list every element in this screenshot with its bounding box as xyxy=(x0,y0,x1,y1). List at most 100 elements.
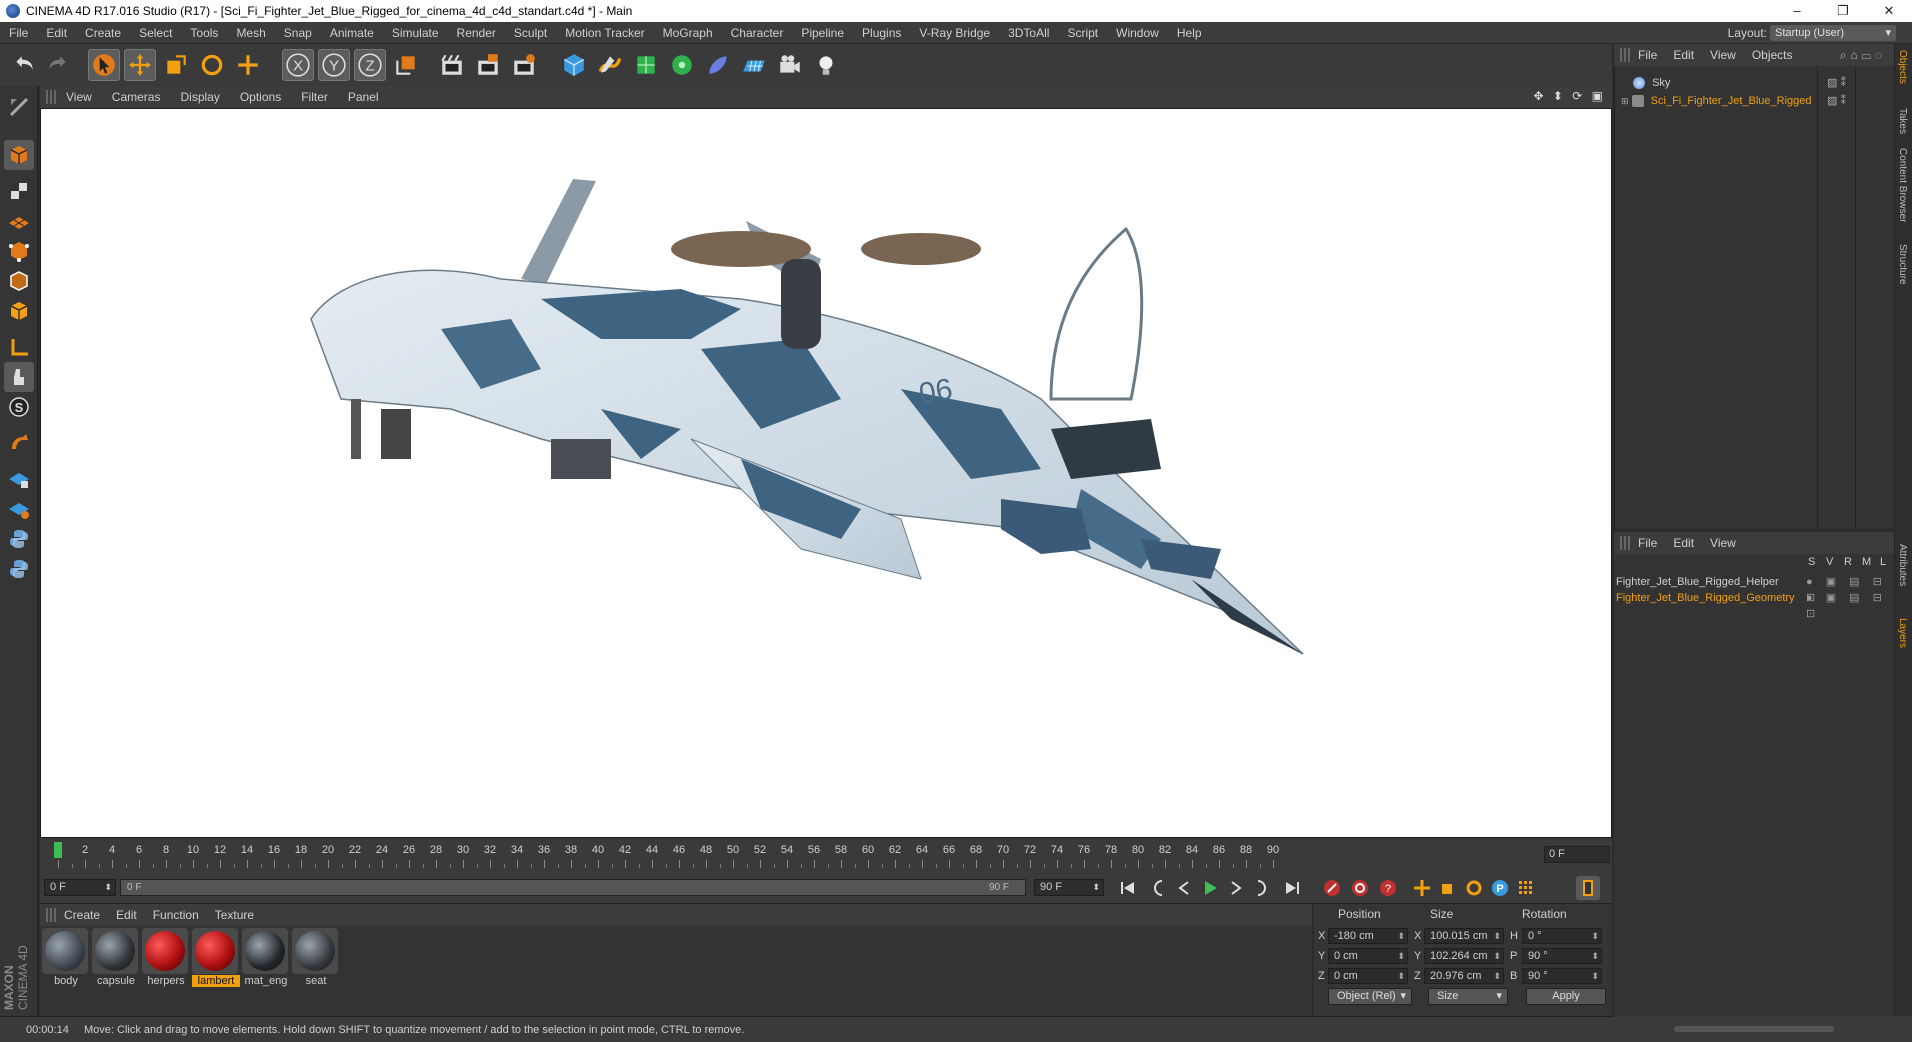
layer-menu-view[interactable]: View xyxy=(1702,536,1744,550)
select-arrow-icon[interactable] xyxy=(88,49,120,81)
menu-sculpt[interactable]: Sculpt xyxy=(505,22,556,44)
subdivision-icon[interactable] xyxy=(630,49,662,81)
menu-simulate[interactable]: Simulate xyxy=(383,22,448,44)
floor-icon[interactable] xyxy=(738,49,770,81)
layer-menu-edit[interactable]: Edit xyxy=(1665,536,1702,550)
panel-grip-icon[interactable] xyxy=(1620,48,1630,62)
menu-file[interactable]: File xyxy=(0,22,37,44)
redo-icon[interactable] xyxy=(42,49,74,81)
viewport-menu-view[interactable]: View xyxy=(56,90,102,104)
position-x-field[interactable]: -180 cm xyxy=(1328,928,1408,944)
preview-range-slider[interactable]: 0 F 90 F xyxy=(120,879,1026,896)
timeline-window-icon[interactable] xyxy=(1576,876,1600,900)
move-icon[interactable] xyxy=(124,49,156,81)
current-frame-field[interactable]: 0 F xyxy=(1544,846,1610,863)
layout-select[interactable]: Startup (User) xyxy=(1770,25,1896,41)
key-scale-icon[interactable] xyxy=(1436,876,1460,900)
rotation-b-field[interactable]: 90 ° xyxy=(1522,968,1602,984)
viewport-menu-display[interactable]: Display xyxy=(170,90,229,104)
position-z-field[interactable]: 0 cm xyxy=(1328,968,1408,984)
python-script-icon[interactable] xyxy=(4,524,34,554)
end-frame-field[interactable]: 90 F ⬍ xyxy=(1034,879,1104,896)
planar-workplane-icon[interactable] xyxy=(4,494,34,524)
viewport-menu-cameras[interactable]: Cameras xyxy=(102,90,171,104)
menu-tools[interactable]: Tools xyxy=(181,22,227,44)
restore-button[interactable]: ❐ xyxy=(1820,0,1866,22)
menu-pipeline[interactable]: Pipeline xyxy=(792,22,853,44)
menu-plugins[interactable]: Plugins xyxy=(853,22,910,44)
deformer-icon[interactable] xyxy=(702,49,734,81)
keyframe-selection-icon[interactable]: ? xyxy=(1376,876,1400,900)
object-manager-tool-icons[interactable]: ⌕⌂▭◌ xyxy=(1840,48,1886,63)
viewport-nav-icons[interactable]: ✥ ⬍ ⟳ ▣ xyxy=(1533,89,1606,103)
panel-grip-icon[interactable] xyxy=(46,908,56,922)
key-rotation-icon[interactable] xyxy=(1462,876,1486,900)
object-menu-objects[interactable]: Objects xyxy=(1744,48,1801,62)
object-row-fighter-jet[interactable]: ⊞ Sci_Fi_Fighter_Jet_Blue_Rigged ▨ ⁑ xyxy=(1621,92,1889,110)
start-frame-field[interactable]: 0 F ⬍ xyxy=(44,879,116,896)
tab-layers[interactable]: Layers xyxy=(1897,618,1908,648)
layer-row-helper[interactable]: Fighter_Jet_Blue_Rigged_Helper ● ▣ ▤ ⊟ ⊡ xyxy=(1614,574,1894,604)
expand-icon[interactable]: ⊞ xyxy=(1621,96,1629,106)
menu-3dtoall[interactable]: 3DToAll xyxy=(999,22,1058,44)
workplane-icon[interactable] xyxy=(4,206,34,236)
object-flags[interactable]: ▨ ⁑ xyxy=(1827,92,1846,110)
menu-animate[interactable]: Animate xyxy=(321,22,383,44)
size-y-field[interactable]: 102.264 cm xyxy=(1424,948,1504,964)
object-menu-edit[interactable]: Edit xyxy=(1665,48,1702,62)
lock-workplane-icon[interactable] xyxy=(4,464,34,494)
cube-icon[interactable] xyxy=(558,49,590,81)
next-key-icon[interactable] xyxy=(1250,876,1274,900)
solo-icon[interactable]: S xyxy=(4,392,34,422)
render-settings-icon[interactable] xyxy=(508,49,540,81)
menu-help[interactable]: Help xyxy=(1168,22,1211,44)
pen-spline-icon[interactable] xyxy=(594,49,626,81)
scrollbar-thumb[interactable] xyxy=(1674,1026,1834,1032)
live-select-icon[interactable] xyxy=(232,49,264,81)
z-axis-icon[interactable]: Z xyxy=(354,49,386,81)
size-x-field[interactable]: 100.015 cm xyxy=(1424,928,1504,944)
menu-window[interactable]: Window xyxy=(1107,22,1168,44)
rotation-p-field[interactable]: 90 ° xyxy=(1522,948,1602,964)
axis-mode-icon[interactable] xyxy=(4,332,34,362)
next-frame-icon[interactable] xyxy=(1224,876,1248,900)
rotate-icon[interactable] xyxy=(196,49,228,81)
tab-objects[interactable]: Objects xyxy=(1897,50,1908,84)
render-view-icon[interactable] xyxy=(436,49,468,81)
light-icon[interactable] xyxy=(810,49,842,81)
menu-mograph[interactable]: MoGraph xyxy=(654,22,722,44)
tab-content-browser[interactable]: Content Browser xyxy=(1897,148,1908,222)
object-row-sky[interactable]: Sky ▨ ⁑ xyxy=(1621,74,1889,92)
material-menu-texture[interactable]: Texture xyxy=(207,908,262,922)
make-editable-icon[interactable] xyxy=(4,92,34,122)
python-script-2-icon[interactable] xyxy=(4,554,34,584)
object-menu-view[interactable]: View xyxy=(1702,48,1744,62)
menu-character[interactable]: Character xyxy=(722,22,793,44)
frame-ruler[interactable]: 0246810121416182022242628303234363840424… xyxy=(50,838,1538,872)
rotation-h-field[interactable]: 0 ° xyxy=(1522,928,1602,944)
object-menu-file[interactable]: File xyxy=(1630,48,1665,62)
material-menu-edit[interactable]: Edit xyxy=(108,908,145,922)
scale-icon[interactable] xyxy=(160,49,192,81)
menu-create[interactable]: Create xyxy=(76,22,130,44)
material-herpers[interactable]: herpers xyxy=(142,928,190,988)
menu-render[interactable]: Render xyxy=(448,22,505,44)
material-seat[interactable]: seat xyxy=(292,928,340,988)
playhead-marker[interactable] xyxy=(54,842,62,858)
menu-select[interactable]: Select xyxy=(130,22,181,44)
layer-row-geometry[interactable]: Fighter_Jet_Blue_Rigged_Geometry ● ▣ ▤ ⊟… xyxy=(1614,590,1894,620)
menu-motion-tracker[interactable]: Motion Tracker xyxy=(556,22,653,44)
viewport-menu-panel[interactable]: Panel xyxy=(338,90,389,104)
key-point-level-icon[interactable] xyxy=(1514,876,1538,900)
snap-magnet-icon[interactable] xyxy=(4,428,34,458)
size-mode-dropdown[interactable]: Size xyxy=(1428,988,1508,1005)
camera-icon[interactable] xyxy=(774,49,806,81)
coordinate-mode-dropdown[interactable]: Object (Rel) xyxy=(1328,988,1412,1005)
polygons-mode-icon[interactable] xyxy=(4,296,34,326)
menu-snap[interactable]: Snap xyxy=(275,22,321,44)
material-capsule[interactable]: capsule xyxy=(92,928,140,988)
cloner-icon[interactable] xyxy=(666,49,698,81)
viewport-menu-options[interactable]: Options xyxy=(230,90,291,104)
record-keys-icon[interactable] xyxy=(1320,876,1344,900)
layer-menu-file[interactable]: File xyxy=(1630,536,1665,550)
